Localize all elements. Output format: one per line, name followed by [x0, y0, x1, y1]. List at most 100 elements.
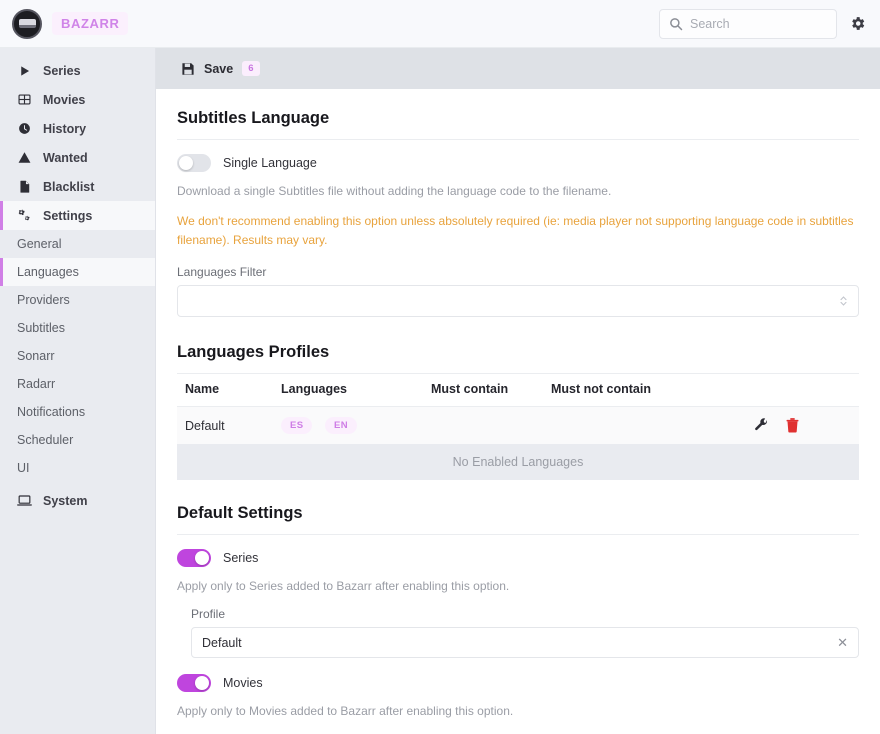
toggle-knob	[195, 676, 209, 691]
bazarr-logo-icon[interactable]	[12, 8, 42, 39]
cell-actions	[697, 407, 859, 445]
movies-default-toggle[interactable]	[177, 674, 211, 693]
sidebar-subitem-providers[interactable]: Providers	[0, 286, 155, 314]
sidebar-subitem-label: Notifications	[17, 405, 86, 419]
sidebar-subitem-label: UI	[17, 461, 30, 475]
settings-content: Subtitles Language Single Language Downl…	[156, 89, 880, 734]
sidebar-subitem-label: Subtitles	[17, 321, 65, 335]
spinner-up-down-icon[interactable]	[839, 294, 848, 308]
clear-x-icon[interactable]: ✕	[829, 636, 848, 649]
brand-zone: BAZARR	[0, 8, 156, 39]
floppy-disk-icon	[181, 62, 195, 76]
table-row: Default ES EN	[177, 406, 859, 445]
sidebar-item-settings[interactable]: Settings	[0, 201, 155, 230]
sidebar-subitem-notifications[interactable]: Notifications	[0, 398, 155, 426]
series-profile-label: Profile	[191, 607, 226, 622]
series-default-row: Series	[177, 549, 859, 568]
sidebar-subitem-subtitles[interactable]: Subtitles	[0, 314, 155, 342]
sidebar-subitem-radarr[interactable]: Radarr	[0, 370, 155, 398]
single-language-toggle[interactable]	[177, 154, 211, 172]
sidebar-item-label: History	[43, 121, 87, 136]
search-box[interactable]	[659, 8, 837, 39]
gear-icon[interactable]	[849, 15, 866, 32]
edit-profile-button[interactable]	[754, 418, 769, 433]
section-title-languages-profiles: Languages Profiles	[177, 323, 859, 375]
file-icon	[17, 180, 32, 193]
single-language-warning: We don't recommend enabling this option …	[177, 214, 854, 247]
column-header-must-not-contain: Must not contain	[543, 374, 698, 408]
header-actions	[659, 8, 880, 39]
play-icon	[17, 65, 32, 77]
sidebar-item-label: Movies	[43, 92, 86, 107]
languages-filter-label: Languages Filter	[177, 265, 267, 280]
sidebar-subitem-label: Sonarr	[17, 349, 55, 363]
sidebar-subitem-languages[interactable]: Languages	[0, 258, 155, 286]
cell-languages: ES EN	[273, 407, 423, 445]
column-header-must-contain: Must contain	[423, 374, 543, 408]
search-icon	[669, 17, 683, 31]
toolbar: Save 6	[156, 48, 880, 89]
movies-default-help: Apply only to Movies added to Bazarr aft…	[177, 704, 514, 719]
search-input[interactable]	[690, 16, 827, 31]
column-header-name: Name	[177, 374, 273, 408]
wrench-icon	[754, 418, 769, 433]
sidebar-subitem-label: Scheduler	[17, 433, 74, 447]
languages-filter-select[interactable]	[177, 285, 859, 318]
language-badge: ES	[281, 417, 313, 435]
single-language-row: Single Language	[177, 154, 859, 172]
single-language-label: Single Language	[223, 156, 317, 170]
laptop-icon	[17, 494, 32, 507]
save-badge: 6	[242, 61, 260, 76]
sidebar-subitem-sonarr[interactable]: Sonarr	[0, 342, 155, 370]
app-header: BAZARR	[0, 0, 880, 48]
section-title-subtitles-language: Subtitles Language	[177, 89, 859, 140]
section-title-default-settings: Default Settings	[177, 484, 859, 536]
column-header-actions	[697, 374, 859, 408]
table-header-row: Name Languages Must contain Must not con…	[177, 374, 859, 408]
cell-must-contain	[423, 407, 543, 445]
cell-profile-name: Default	[185, 418, 225, 433]
logo-inner-shape	[18, 19, 36, 28]
column-header-languages: Languages	[273, 374, 423, 408]
movies-default-row: Movies	[177, 674, 859, 693]
brand-name: BAZARR	[52, 12, 129, 35]
sidebar-subitem-label: Radarr	[17, 377, 56, 391]
save-button[interactable]: Save 6	[177, 58, 264, 79]
sidebar-item-label: Blacklist	[43, 179, 95, 194]
sidebar-subitem-ui[interactable]: UI	[0, 454, 155, 482]
sidebar-subitem-label: General	[17, 237, 62, 251]
series-profile-value: Default	[202, 635, 242, 650]
single-language-help: Download a single Subtitles file without…	[177, 184, 612, 198]
cogs-icon	[17, 208, 32, 223]
sidebar-item-wanted[interactable]: Wanted	[0, 143, 155, 172]
cell-must-not-contain	[543, 407, 697, 445]
film-icon	[17, 93, 32, 106]
series-default-help: Apply only to Series added to Bazarr aft…	[177, 579, 510, 594]
no-enabled-languages-message: No Enabled Languages	[177, 444, 859, 481]
main-panel: Save 6 Subtitles Language Single Languag…	[156, 48, 880, 734]
delete-profile-button[interactable]	[786, 418, 799, 433]
sidebar-item-history[interactable]: History	[0, 114, 155, 143]
languages-profiles-table: Name Languages Must contain Must not con…	[177, 374, 859, 445]
clock-icon	[17, 122, 32, 135]
sidebar-item-series[interactable]: Series	[0, 56, 155, 85]
save-label: Save	[204, 61, 234, 76]
movies-default-label: Movies	[223, 676, 263, 691]
sidebar-item-blacklist[interactable]: Blacklist	[0, 172, 155, 201]
sidebar-subitem-label: Languages	[17, 265, 79, 279]
sidebar-item-label: Series	[43, 63, 81, 78]
sidebar-item-label: Settings	[43, 208, 93, 223]
language-badge: EN	[324, 417, 357, 435]
sidebar-item-system[interactable]: System	[0, 486, 155, 515]
warning-triangle-icon	[17, 151, 32, 164]
sidebar-item-label: System	[43, 493, 88, 508]
series-profile-select[interactable]: Default ✕	[191, 627, 859, 659]
sidebar-subitem-general[interactable]: General	[0, 230, 155, 258]
toggle-knob	[195, 551, 209, 566]
trash-icon	[786, 418, 799, 433]
sidebar-item-movies[interactable]: Movies	[0, 85, 155, 114]
sidebar-subitem-scheduler[interactable]: Scheduler	[0, 426, 155, 454]
series-default-toggle[interactable]	[177, 549, 211, 568]
sidebar-subitem-label: Providers	[17, 293, 70, 307]
sidebar-item-label: Wanted	[43, 150, 88, 165]
